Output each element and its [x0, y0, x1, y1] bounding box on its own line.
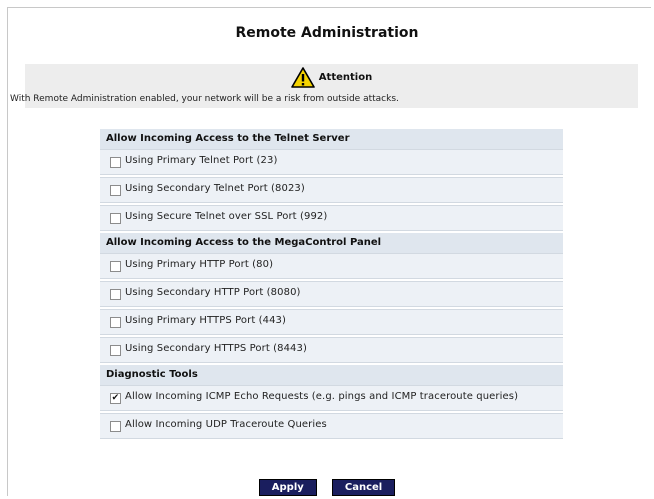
section-header-telnet: Allow Incoming Access to the Telnet Serv…: [100, 129, 563, 149]
warning-icon: [290, 67, 315, 88]
option-label: Allow Incoming ICMP Echo Requests (e.g. …: [125, 391, 519, 402]
button-bar: Apply Cancel: [0, 475, 654, 496]
option-row[interactable]: Using Primary HTTP Port (80): [100, 253, 563, 279]
option-row[interactable]: Allow Incoming UDP Traceroute Queries: [100, 413, 563, 439]
options-panel: Allow Incoming Access to the Telnet Serv…: [100, 129, 563, 441]
option-label: Using Primary Telnet Port (23): [125, 155, 278, 166]
option-row[interactable]: Using Secondary Telnet Port (8023): [100, 177, 563, 203]
option-label: Using Primary HTTP Port (80): [125, 259, 274, 270]
option-row[interactable]: Using Secondary HTTPS Port (8443): [100, 337, 563, 363]
checkbox[interactable]: [110, 345, 121, 356]
attention-header: Attention: [25, 67, 638, 88]
option-row[interactable]: Using Secondary HTTP Port (8080): [100, 281, 563, 307]
checkbox[interactable]: [110, 421, 121, 432]
option-row[interactable]: Using Primary HTTPS Port (443): [100, 309, 563, 335]
checkbox[interactable]: [110, 213, 121, 224]
section-header-diagnostic: Diagnostic Tools: [100, 365, 563, 385]
checkbox[interactable]: [110, 185, 121, 196]
option-label: Allow Incoming UDP Traceroute Queries: [125, 419, 327, 430]
checkbox[interactable]: ✔: [110, 393, 121, 404]
option-row[interactable]: ✔ Allow Incoming ICMP Echo Requests (e.g…: [100, 385, 563, 411]
option-label: Using Primary HTTPS Port (443): [125, 315, 287, 326]
attention-box: Attention With Remote Administration ena…: [10, 64, 638, 108]
option-label: Using Secondary HTTPS Port (8443): [125, 343, 307, 354]
apply-button[interactable]: Apply: [258, 479, 317, 496]
option-row[interactable]: Using Secure Telnet over SSL Port (992): [100, 205, 563, 231]
checkbox[interactable]: [110, 157, 121, 168]
section-header-megacontrol: Allow Incoming Access to the MegaControl…: [100, 233, 563, 253]
checkbox[interactable]: [110, 261, 121, 272]
page-title: Remote Administration: [235, 25, 419, 41]
option-label: Using Secure Telnet over SSL Port (992): [125, 211, 328, 222]
attention-message: With Remote Administration enabled, your…: [10, 94, 399, 104]
option-label: Using Secondary Telnet Port (8023): [125, 183, 305, 194]
checkbox[interactable]: [110, 289, 121, 300]
checkbox[interactable]: [110, 317, 121, 328]
option-row[interactable]: Using Primary Telnet Port (23): [100, 149, 563, 175]
option-label: Using Secondary HTTP Port (8080): [125, 287, 301, 298]
attention-heading: Attention: [318, 72, 373, 83]
cancel-button[interactable]: Cancel: [331, 479, 396, 496]
